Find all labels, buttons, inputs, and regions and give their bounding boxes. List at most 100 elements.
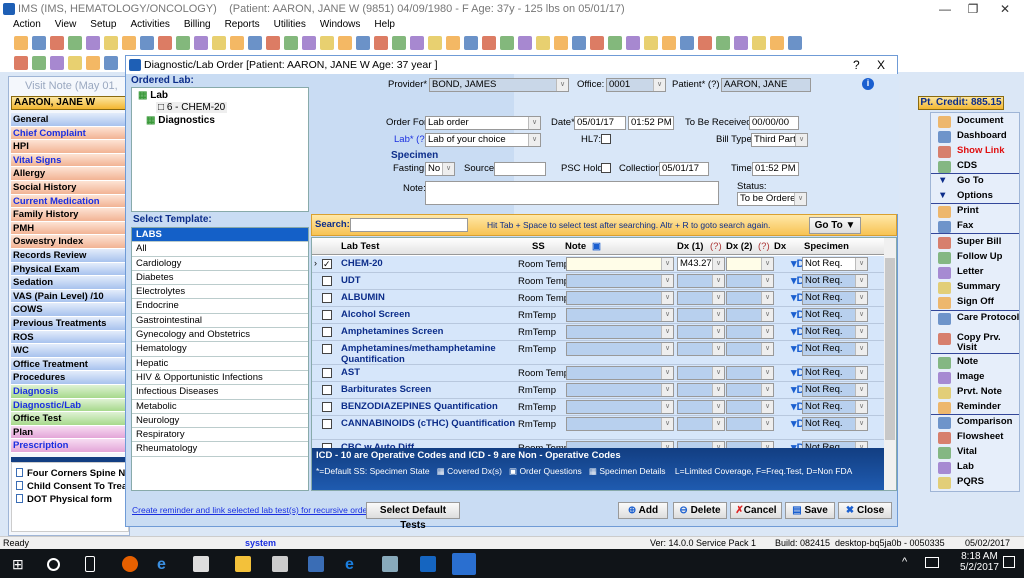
lab-test-row[interactable]: Barbiturates Screen RmTemp ∨ ∨ ∨ ▾Dx Not Req. ∨: [312, 382, 884, 399]
provider-select[interactable]: BOND, JAMES ∨: [429, 78, 569, 92]
windows-start-icon[interactable]: ⊞: [12, 556, 28, 572]
toolbar-button-icon[interactable]: [410, 36, 424, 50]
note-select[interactable]: ∨: [566, 366, 674, 380]
toolbar-button-icon[interactable]: [662, 36, 676, 50]
ie-icon[interactable]: e: [157, 556, 173, 573]
template-item[interactable]: Gynecology and Obstetrics: [132, 328, 308, 343]
dx1-select[interactable]: ∨: [677, 342, 725, 356]
toolbar-button-icon[interactable]: [428, 36, 442, 50]
office-select[interactable]: 0001 ∨: [606, 78, 666, 92]
patient-field[interactable]: AARON, JANE: [721, 78, 811, 92]
toolbar-button-icon[interactable]: [122, 36, 136, 50]
toolbar-button-icon[interactable]: [770, 36, 784, 50]
action-go-to[interactable]: ▼ Go To: [935, 176, 1021, 186]
task-view-icon[interactable]: [85, 556, 95, 572]
action-prvt-note[interactable]: Prvt. Note: [935, 387, 1021, 399]
order-for-select[interactable]: Lab order ∨: [425, 116, 541, 130]
template-item[interactable]: Neurology: [132, 414, 308, 429]
dx2-select[interactable]: ∨: [726, 257, 774, 271]
maximize-icon[interactable]: ❐: [958, 0, 988, 18]
toolbar-button-icon[interactable]: [50, 36, 64, 50]
col-dx2[interactable]: Dx (2): [726, 241, 752, 252]
toolbar-button-icon[interactable]: [176, 36, 190, 50]
action-fax[interactable]: Fax: [935, 221, 1021, 233]
note-select[interactable]: ∨: [566, 325, 674, 339]
col-note[interactable]: Note: [565, 241, 586, 252]
firefox-icon[interactable]: [122, 556, 138, 572]
nav-item-family-history[interactable]: Family History: [11, 208, 129, 222]
menu-reports[interactable]: Reports: [218, 18, 267, 32]
template-item[interactable]: HIV & Opportunistic Infections: [132, 371, 308, 386]
toolbar-button-icon[interactable]: [356, 36, 370, 50]
specimen-select[interactable]: Not Req. ∨: [802, 325, 868, 339]
tree-node-lab[interactable]: ▦ Lab: [138, 90, 168, 101]
lab-select[interactable]: Lab of your choice ∨: [425, 133, 541, 147]
row-checkbox[interactable]: [322, 327, 332, 337]
dx1-select[interactable]: ∨: [677, 383, 725, 397]
nav-item-allergy[interactable]: Allergy: [11, 167, 129, 181]
menu-action[interactable]: Action: [6, 18, 48, 32]
source-field[interactable]: [494, 162, 546, 176]
lab-test-row[interactable]: Amphetamines Screen RmTemp ∨ ∨ ∨ ▾Dx Not Req. ∨: [312, 324, 884, 341]
add-note-icon[interactable]: ▣: [592, 241, 601, 252]
edge-icon[interactable]: e: [345, 556, 361, 573]
action-comparison[interactable]: Comparison: [935, 417, 1021, 429]
tree-node-diagnostics[interactable]: ▦ Diagnostics: [146, 115, 215, 126]
document-item[interactable]: DOT Physical form: [16, 494, 128, 505]
dx1-select[interactable]: ∨: [677, 366, 725, 380]
template-item[interactable]: Gastrointestinal: [132, 314, 308, 329]
dx2-select[interactable]: ∨: [726, 366, 774, 380]
nav-item-prescription[interactable]: Prescription: [11, 439, 129, 453]
go-to-button[interactable]: Go To ▼: [809, 217, 861, 234]
menu-setup[interactable]: Setup: [83, 18, 123, 32]
hl7-checkbox[interactable]: [601, 134, 611, 144]
lab-test-row[interactable]: ALBUMIN Room Temp. ∨ ∨ ∨ ▾Dx Not Req. ∨: [312, 290, 884, 307]
nav-item-cows[interactable]: COWS: [11, 303, 129, 317]
toolbar-button-icon[interactable]: [374, 36, 388, 50]
toolbar-button-icon[interactable]: [230, 36, 244, 50]
action-lab[interactable]: Lab: [935, 462, 1021, 474]
nav-item-ros[interactable]: ROS: [11, 330, 129, 345]
dx1-help[interactable]: (?): [710, 241, 722, 252]
action-dashboard[interactable]: Dashboard: [935, 131, 1021, 143]
toolbar-button-icon[interactable]: [50, 56, 64, 70]
grid-scrollbar[interactable]: [884, 238, 896, 490]
col-dx1[interactable]: Dx (1): [677, 241, 703, 252]
col-dx[interactable]: Dx: [774, 241, 786, 252]
action-vital[interactable]: Vital: [935, 447, 1021, 459]
action-reminder[interactable]: Reminder: [935, 402, 1021, 414]
toolbar-button-icon[interactable]: [86, 56, 100, 70]
toolbar-button-icon[interactable]: [104, 56, 118, 70]
to-be-received-field[interactable]: 00/00/00: [749, 116, 799, 130]
toolbar-button-icon[interactable]: [554, 36, 568, 50]
col-specimen[interactable]: Specimen: [804, 241, 849, 252]
col-ss[interactable]: SS: [532, 241, 545, 252]
nav-item-current-medication[interactable]: Current Medication: [11, 194, 129, 209]
search-input[interactable]: [350, 218, 468, 232]
toolbar-button-icon[interactable]: [788, 36, 802, 50]
toolbar-button-icon[interactable]: [482, 36, 496, 50]
calculator-icon[interactable]: [272, 556, 288, 572]
row-checkbox[interactable]: [322, 419, 332, 429]
toolbar-button-icon[interactable]: [14, 56, 28, 70]
toolbar-button-icon[interactable]: [248, 36, 262, 50]
note-field[interactable]: [425, 181, 719, 205]
toolbar-button-icon[interactable]: [680, 36, 694, 50]
row-checkbox[interactable]: ✓: [322, 259, 332, 269]
toolbar-button-icon[interactable]: [284, 36, 298, 50]
action-super-bill[interactable]: Super Bill: [935, 237, 1021, 249]
specimen-select[interactable]: Not Req. ∨: [802, 400, 868, 414]
menu-windows[interactable]: Windows: [313, 18, 368, 32]
template-item[interactable]: Endocrine: [132, 299, 308, 314]
toolbar-button-icon[interactable]: [716, 36, 730, 50]
menu-activities[interactable]: Activities: [123, 18, 176, 32]
nav-item-physical-exam[interactable]: Physical Exam: [11, 262, 129, 277]
action-sign-off[interactable]: Sign Off: [935, 297, 1021, 309]
specimen-select[interactable]: Not Req. ∨: [802, 274, 868, 288]
file-explorer-icon[interactable]: [235, 556, 251, 572]
info-icon[interactable]: i: [862, 78, 874, 90]
toolbar-button-icon[interactable]: [572, 36, 586, 50]
delete-button[interactable]: ⊖ Delete: [673, 502, 727, 519]
toolbar-button-icon[interactable]: [734, 36, 748, 50]
menu-help[interactable]: Help: [367, 18, 402, 32]
